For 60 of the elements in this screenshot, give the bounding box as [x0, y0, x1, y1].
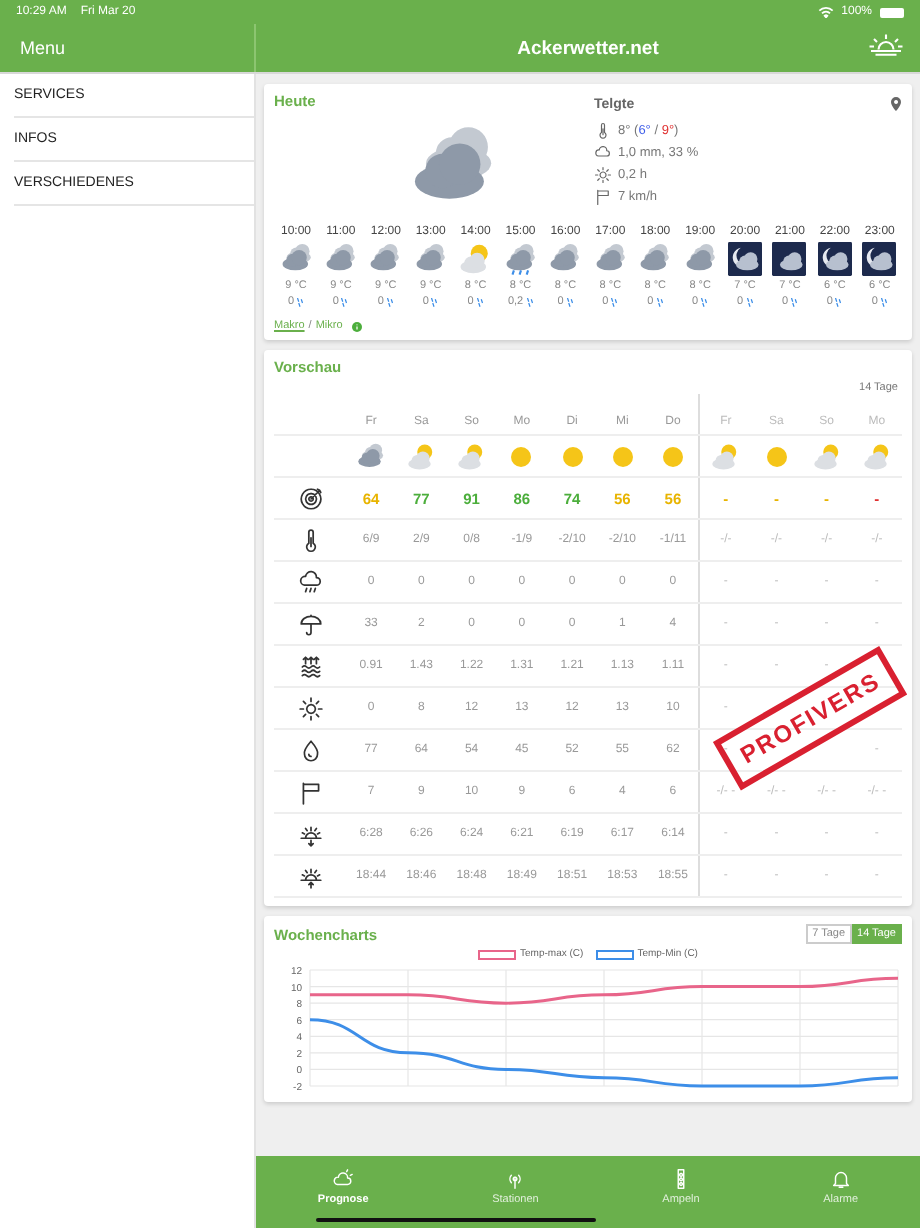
cloud-icon: [356, 441, 387, 471]
battery-icon: [880, 7, 904, 17]
sun-icon: [297, 695, 323, 721]
sun-cloud-icon: [458, 242, 493, 276]
cloud-icon: [548, 242, 583, 276]
raindrop-icon: [610, 297, 619, 307]
raindrop-icon: [525, 297, 534, 307]
raindrop-icon: [475, 297, 484, 307]
cloud-icon: [323, 242, 358, 276]
cloud-icon: [683, 242, 718, 276]
cloud-icon: [368, 242, 403, 276]
raindrop-icon: [385, 297, 394, 307]
sun-cloud-icon: [811, 441, 842, 471]
rain-cloud-icon: [503, 242, 538, 276]
sunrise-icon: [297, 821, 323, 847]
cloud-icon: [413, 242, 448, 276]
raindrop-icon: [790, 297, 799, 307]
info-icon[interactable]: [352, 321, 363, 331]
sun-icon: [506, 441, 537, 471]
cloud-icon: [638, 242, 673, 276]
sunset-icon: [297, 863, 323, 889]
moon-cloud-icon: [728, 242, 763, 276]
waves-icon: [297, 653, 323, 679]
sun-logo-icon: [868, 32, 904, 58]
target-icon: [297, 485, 323, 511]
raindrop-icon: [834, 297, 843, 307]
rain-cloud-icon: [297, 569, 323, 595]
sun-icon: [557, 441, 588, 471]
app-title: Ackerwetter.net: [517, 37, 659, 59]
moon-cloud-icon: [817, 242, 852, 276]
cloud-icon: [279, 242, 313, 276]
raindrop-icon: [700, 297, 709, 307]
night-cloud-icon: [772, 242, 807, 276]
raindrop-icon: [340, 297, 349, 307]
raindrop-icon: [655, 297, 664, 307]
sun-icon: [657, 441, 688, 471]
cloud-icon: [594, 144, 612, 162]
raindrop-icon: [565, 297, 574, 307]
wind-flag-icon: [594, 188, 612, 206]
sun-icon: [594, 166, 612, 184]
sun-icon: [761, 441, 792, 471]
bell-icon: [829, 1168, 852, 1190]
raindrop-icon: [879, 297, 888, 307]
raindrop-icon: [430, 297, 439, 307]
raindrop-icon: [296, 297, 305, 307]
sun-cloud-icon: [456, 441, 487, 471]
thermometer-icon: [594, 122, 612, 140]
wifi-icon: [817, 6, 834, 18]
moon-cloud-icon: [862, 242, 897, 276]
location-pin-icon[interactable]: [890, 96, 902, 112]
sun-cloud-icon: [332, 1168, 355, 1190]
wind-flag-icon: [297, 779, 323, 805]
sun-cloud-icon: [861, 441, 892, 471]
umbrella-icon: [297, 611, 323, 637]
cloud-icon: [593, 242, 628, 276]
raindrop-icon: [745, 297, 754, 307]
sun-cloud-icon: [406, 441, 437, 471]
sun-cloud-icon: [710, 441, 741, 471]
sun-icon: [607, 441, 638, 471]
menu-title: Menu: [20, 38, 66, 58]
